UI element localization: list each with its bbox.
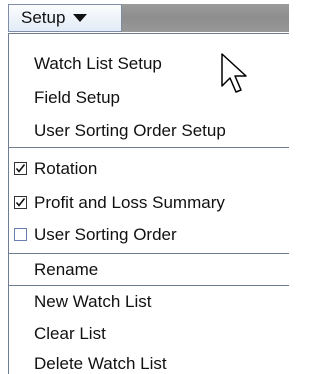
menu-item-label: Clear List bbox=[34, 324, 106, 343]
menu-item-label: Watch List Setup bbox=[34, 54, 162, 73]
menu-item-label: User Sorting Order Setup bbox=[34, 121, 226, 140]
menu-item-user-sorting-order[interactable]: User Sorting Order bbox=[9, 220, 289, 250]
menu-item-label: User Sorting Order bbox=[34, 225, 177, 244]
menu-bar: Setup bbox=[0, 0, 289, 34]
menu-item-label: New Watch List bbox=[34, 292, 152, 311]
menu-item-rename[interactable]: Rename bbox=[9, 255, 289, 285]
unchecked-checkbox-icon bbox=[14, 228, 27, 241]
menu-item-label: Rename bbox=[34, 260, 99, 279]
menu-separator bbox=[9, 147, 289, 148]
setup-menu-button[interactable]: Setup bbox=[8, 4, 122, 32]
mouse-pointer-icon bbox=[221, 53, 247, 93]
menu-item-label: Profit and Loss Summary bbox=[34, 193, 225, 212]
menu-separator bbox=[9, 285, 289, 286]
setup-menu-label: Setup bbox=[21, 8, 66, 27]
menu-item-user-sorting-order-setup[interactable]: User Sorting Order Setup bbox=[9, 116, 289, 146]
menu-item-label: Field Setup bbox=[34, 88, 120, 107]
menu-item-rotation[interactable]: Rotation bbox=[9, 154, 289, 184]
menu-separator bbox=[9, 253, 289, 254]
menu-item-new-watch-list[interactable]: New Watch List bbox=[9, 287, 289, 317]
menu-item-label: Rotation bbox=[34, 159, 98, 178]
checked-checkbox-icon bbox=[14, 196, 27, 209]
menu-item-clear-list[interactable]: Clear List bbox=[9, 319, 289, 349]
menu-item-delete-watch-list[interactable]: Delete Watch List bbox=[9, 349, 289, 374]
menu-item-profit-and-loss-summary[interactable]: Profit and Loss Summary bbox=[9, 188, 289, 218]
checked-checkbox-icon bbox=[14, 162, 27, 175]
menu-item-label: Delete Watch List bbox=[34, 354, 167, 373]
menubar-background-strip bbox=[122, 4, 289, 32]
caret-down-icon bbox=[73, 14, 88, 22]
